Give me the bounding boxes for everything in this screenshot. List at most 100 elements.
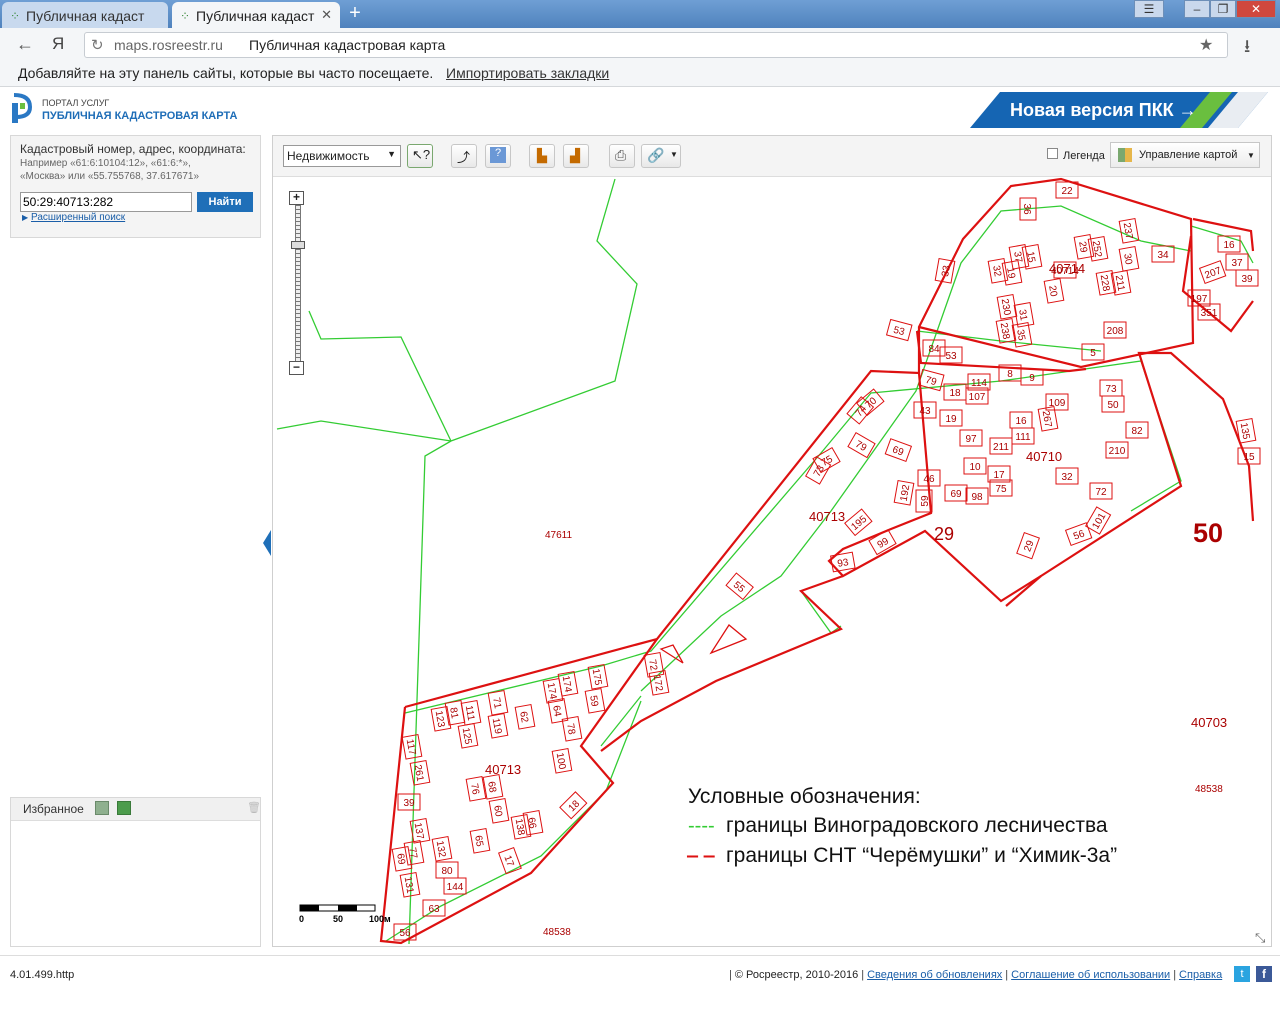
parcel[interactable]: 43 [913, 401, 937, 419]
parcel[interactable]: 84 [922, 339, 946, 357]
print-button[interactable]: ⎙ [609, 144, 635, 168]
search-input[interactable] [20, 192, 192, 212]
minimize-button[interactable]: – [1184, 0, 1210, 18]
parcel[interactable]: 117 [401, 734, 423, 760]
tab-2[interactable]: ⁘ Публичная кадаст ✕ [172, 2, 340, 28]
url-field[interactable]: ↻ maps.rosreestr.ru Публичная кадастрова… [84, 32, 1228, 58]
parcel[interactable]: 69 [944, 484, 968, 502]
query-line-button[interactable]: ⤴ [451, 144, 477, 168]
parcel[interactable]: 195 [844, 508, 873, 537]
parcel[interactable]: 34 [1151, 245, 1175, 263]
facebook-icon[interactable]: f [1256, 966, 1272, 982]
find-button[interactable]: Найти [197, 192, 253, 212]
parcel[interactable]: 53 [939, 346, 963, 364]
parcel[interactable]: 125 [457, 723, 479, 749]
zoom-in-button[interactable]: + [289, 191, 304, 205]
back-icon[interactable]: ← [16, 34, 34, 55]
menu-button[interactable]: ☰ [1134, 0, 1164, 18]
parcel[interactable]: 101 [1085, 506, 1112, 535]
parcel[interactable]: 9 [1020, 368, 1044, 386]
parcel[interactable]: 37 [1225, 253, 1249, 271]
parcel[interactable]: 111 [1011, 427, 1035, 445]
parcel[interactable]: 211 [1110, 270, 1132, 296]
parcel[interactable]: 132 [431, 836, 453, 862]
advanced-search-link[interactable]: Расширенный поиск [31, 212, 125, 223]
parcel[interactable]: 17 [498, 846, 522, 875]
export-excel-icon[interactable] [117, 801, 131, 815]
terms-link[interactable]: Соглашение об использовании [1011, 969, 1170, 981]
new-tab-button[interactable]: + [344, 3, 366, 24]
zoom-handle[interactable] [291, 241, 305, 249]
close-tab-icon[interactable]: ✕ [321, 7, 332, 23]
parcel[interactable]: 71 [487, 690, 509, 716]
parcel[interactable]: 207 [1198, 260, 1227, 284]
parcel[interactable]: 60 [488, 798, 510, 824]
parcel[interactable]: 76 [465, 776, 487, 802]
parcel[interactable]: 72 [1089, 482, 1113, 500]
query-area-button[interactable]: ? [485, 144, 511, 168]
layer-select[interactable]: Недвижимость ▼ [283, 145, 401, 167]
resize-corner-icon[interactable]: ⤡ [1255, 930, 1265, 946]
updates-link[interactable]: Сведения об обновлениях [867, 969, 1002, 981]
parcel[interactable]: 210 [1105, 441, 1129, 459]
parcel[interactable]: 15 [1237, 447, 1261, 465]
parcel[interactable]: 69 [884, 438, 913, 462]
bookmark-star-icon[interactable]: ★ [1199, 35, 1213, 55]
parcel[interactable]: 22 [1055, 181, 1079, 199]
parcel[interactable]: 32 [1055, 467, 1079, 485]
legend-checkbox[interactable] [1047, 148, 1058, 159]
zoom-track[interactable] [295, 205, 301, 361]
measure-area-button[interactable]: ▟ [563, 144, 589, 168]
parcel[interactable]: 109 [1045, 393, 1069, 411]
parcel[interactable]: 135 [1235, 418, 1257, 444]
parcel[interactable]: 230 [996, 294, 1018, 320]
parcel[interactable]: 39 [397, 793, 421, 811]
parcel[interactable]: 144 [443, 877, 467, 895]
close-window-button[interactable]: ✕ [1236, 0, 1276, 18]
twitter-icon[interactable]: t [1234, 966, 1250, 982]
parcel[interactable]: 73 [1099, 379, 1123, 397]
tab-1[interactable]: ⁘ Публичная кадаст [2, 2, 168, 28]
parcel[interactable]: 56 [1064, 522, 1093, 546]
import-favorites-icon[interactable] [95, 801, 109, 815]
help-link[interactable]: Справка [1179, 969, 1222, 981]
parcel[interactable]: 172 [648, 670, 670, 696]
parcel[interactable]: 93 [830, 551, 856, 573]
zoom-control[interactable]: + − [289, 191, 305, 379]
trash-icon[interactable]: 🗑 [247, 801, 261, 814]
parcel[interactable]: 29 [1016, 531, 1040, 560]
parcel[interactable]: 192 [893, 480, 915, 506]
parcel[interactable]: 63 [422, 899, 446, 917]
download-icon[interactable]: ⭳ [1244, 34, 1250, 64]
parcel[interactable]: 82 [1125, 421, 1149, 439]
parcel[interactable]: 53 [885, 318, 913, 342]
parcel[interactable]: 5 [1081, 343, 1105, 361]
yandex-icon[interactable]: Я [52, 34, 64, 54]
parcel[interactable]: 99 [868, 529, 897, 556]
parcel[interactable]: 16 [1009, 411, 1033, 429]
import-bookmarks-link[interactable]: Импортировать закладки [446, 65, 609, 81]
parcel[interactable]: 19 [939, 409, 963, 427]
parcel[interactable]: 68 [482, 774, 504, 800]
parcel[interactable]: 62 [514, 704, 536, 730]
parcel[interactable]: 55 [725, 572, 754, 601]
parcel[interactable]: 98 [965, 487, 989, 505]
manage-map-button[interactable]: Управление картой ▼ [1110, 142, 1260, 168]
parcel[interactable]: 211 [989, 437, 1013, 455]
restore-button[interactable]: ❐ [1210, 0, 1236, 18]
parcel[interactable]: 97 [959, 429, 983, 447]
collapse-panel-handle[interactable] [263, 530, 271, 556]
link-button[interactable]: 🔗 ▼ [641, 144, 681, 168]
parcel[interactable]: 100 [551, 748, 573, 774]
parcel[interactable]: 30 [1118, 246, 1140, 272]
parcel[interactable]: 80 [435, 861, 459, 879]
parcel[interactable]: 208 [1103, 321, 1127, 339]
parcel[interactable]: 131 [399, 872, 421, 898]
reload-icon[interactable]: ↻ [91, 36, 104, 54]
parcel[interactable]: 10 [963, 457, 987, 475]
map-container[interactable]: Недвижимость ▼ ↖? ⤴ ? ▙ ▟ ⎙ 🔗 ▼ Легенда У… [272, 135, 1272, 947]
parcel[interactable]: 16 [1217, 235, 1241, 253]
parcel[interactable]: 50 [1101, 395, 1125, 413]
select-info-button[interactable]: ↖? [407, 144, 433, 168]
parcel[interactable]: 65 [469, 828, 491, 854]
